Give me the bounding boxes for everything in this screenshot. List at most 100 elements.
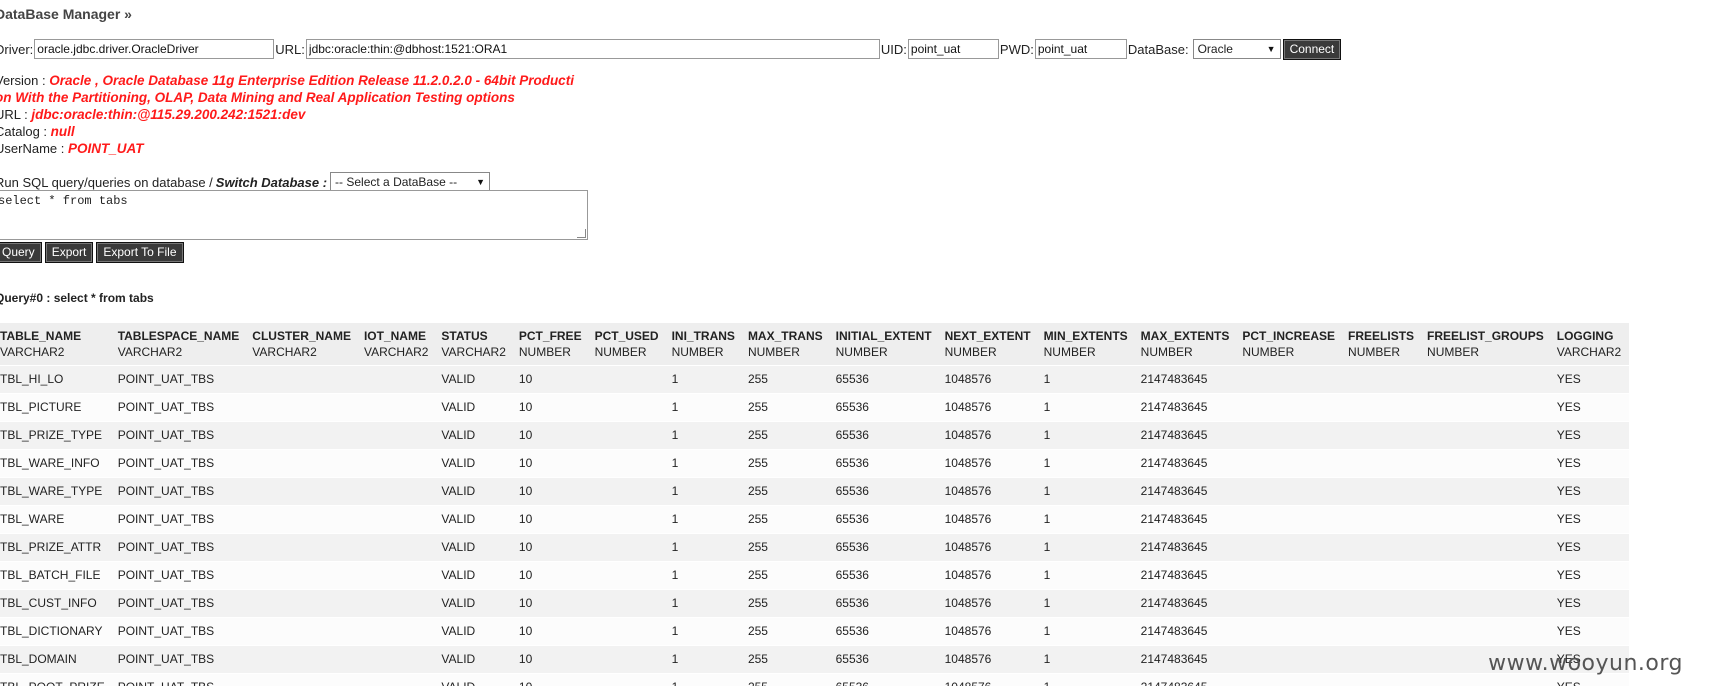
- query-buttons: Query Export Export To File: [0, 242, 184, 263]
- driver-input[interactable]: [34, 39, 275, 59]
- table-cell: [590, 393, 667, 421]
- database-select[interactable]: Oracle ▼: [1192, 39, 1281, 59]
- table-cell: [1237, 365, 1343, 393]
- table-cell: [359, 589, 436, 617]
- table-cell: 1: [1043, 540, 1051, 554]
- table-cell: YES: [1556, 372, 1581, 386]
- table-cell: 1048576: [944, 428, 992, 442]
- table-cell: 1048576: [944, 540, 992, 554]
- table-cell: 65536: [831, 673, 940, 686]
- table-cell: 1048576: [944, 624, 992, 638]
- column-type: VARCHAR2: [441, 344, 506, 359]
- table-cell: TBL_DOMAIN: [0, 652, 77, 666]
- table-cell: 1048576: [944, 400, 992, 414]
- table-cell: 1: [1043, 596, 1051, 610]
- url-input[interactable]: [305, 39, 880, 59]
- column-name: NEXT_EXTENT: [944, 328, 1031, 343]
- table-cell: [359, 645, 436, 673]
- table-cell: 1: [1043, 624, 1051, 638]
- results-table: TABLE_NAME VARCHAR2 TABLESPACE_NAME VARCHAR…: [0, 323, 1630, 686]
- column-type: VARCHAR2: [363, 344, 429, 359]
- url-info-label: URL :: [0, 107, 28, 122]
- table-cell: YES: [1556, 512, 1581, 526]
- switch-database-select[interactable]: -- Select a DataBase -- ▼: [330, 172, 491, 192]
- chevron-down-icon: ▼: [476, 177, 486, 187]
- uid-label: UID:: [880, 41, 907, 57]
- pwd-input[interactable]: [1034, 39, 1127, 59]
- table-cell: [359, 365, 436, 393]
- switch-database-label: Switch Database :: [215, 174, 328, 190]
- sql-textarea[interactable]: select * from tabs: [0, 190, 588, 240]
- driver-label: Driver:: [0, 41, 34, 57]
- results-body: TBL_HI_LO POINT_UAT_TBS VALID 10 1 255 65536 10…: [0, 365, 1630, 686]
- table-cell: POINT_UAT_TBS: [117, 484, 215, 498]
- table-cell: 2147483645: [1140, 652, 1208, 666]
- table-cell: VALID: [441, 456, 476, 470]
- page: DataBase Manager » Driver: URL: UID: PWD…: [0, 0, 1723, 686]
- table-cell: POINT_UAT_TBS: [117, 456, 215, 470]
- table-cell: 255: [747, 568, 768, 582]
- column-type: VARCHAR2: [252, 344, 317, 359]
- table-cell: 1: [671, 456, 679, 470]
- resize-handle-icon[interactable]: [577, 229, 586, 238]
- table-cell: 10: [514, 673, 590, 686]
- table-cell: [590, 533, 667, 561]
- query-button[interactable]: Query: [0, 242, 42, 263]
- table-cell: [1343, 617, 1422, 645]
- connect-button[interactable]: Connect: [1282, 38, 1342, 60]
- column-name: STATUS: [441, 328, 488, 343]
- table-cell: POINT_UAT_TBS: [117, 512, 215, 526]
- table-cell: TBL_CUST_INFO: [0, 596, 97, 610]
- table-cell: VALID: [441, 596, 476, 610]
- column-header: TABLESPACE_NAME VARCHAR2: [113, 323, 248, 365]
- column-type: NUMBER: [835, 344, 888, 359]
- table-cell: 2147483645: [1140, 540, 1208, 554]
- column-header: PCT_USED NUMBER: [590, 323, 667, 365]
- table-cell: 255: [747, 624, 768, 638]
- table-cell: 2147483645: [1140, 484, 1208, 498]
- table-cell: [1237, 477, 1343, 505]
- column-name: MIN_EXTENTS: [1043, 328, 1128, 343]
- table-cell: TBL_PRIZE_TYPE: [0, 428, 103, 442]
- table-cell: 1: [671, 540, 679, 554]
- table-cell: 1: [1043, 400, 1051, 414]
- table-row: TBL_BATCH_FILE POINT_UAT_TBS VALID 10 1 255 65…: [0, 561, 1630, 589]
- table-cell: POINT_UAT_TBS: [117, 428, 215, 442]
- run-sql-label: Run SQL query/queries on database /: [0, 174, 213, 190]
- table-cell: VALID: [441, 484, 476, 498]
- table-cell: 65536: [835, 484, 869, 498]
- table-cell: [359, 505, 436, 533]
- uid-input[interactable]: [907, 39, 999, 59]
- connection-info: Version : Oracle , Oracle Database 11g E…: [0, 72, 574, 157]
- table-cell: [590, 561, 667, 589]
- table-cell: 10: [518, 372, 533, 386]
- table-cell: 1: [671, 428, 679, 442]
- export-button[interactable]: Export: [44, 242, 94, 263]
- column-header: INI_TRANS NUMBER: [667, 323, 743, 365]
- table-cell: VALID: [436, 673, 513, 686]
- export-to-file-button[interactable]: Export To File: [96, 242, 184, 263]
- table-cell: 1: [1043, 512, 1051, 526]
- table-cell: [1237, 645, 1343, 673]
- table-row: TBL_PRIZE_TYPE POINT_UAT_TBS VALID 10 1 255 65…: [0, 421, 1630, 449]
- header-row: TABLE_NAME VARCHAR2 TABLESPACE_NAME VARCHAR…: [0, 323, 1630, 365]
- table-cell: TBL_WARE_TYPE: [0, 484, 103, 498]
- table-cell: [1422, 477, 1552, 505]
- table-cell: VALID: [441, 400, 476, 414]
- table-row: TBL_WARE_TYPE POINT_UAT_TBS VALID 10 1 255 655…: [0, 477, 1630, 505]
- table-cell: YES: [1556, 400, 1581, 414]
- table-cell: [247, 589, 359, 617]
- table-cell: [359, 449, 436, 477]
- table-cell: [590, 477, 667, 505]
- connection-bar: Driver: URL: UID: PWD: DataBase: Oracle …: [0, 38, 1342, 60]
- table-cell: YES: [1556, 596, 1581, 610]
- table-cell: YES: [1556, 624, 1581, 638]
- table-cell: 1: [1043, 372, 1051, 386]
- table-row: TBL_DICTIONARY POINT_UAT_TBS VALID 10 1 255 65…: [0, 617, 1630, 645]
- column-name: MAX_EXTENTS: [1140, 328, 1230, 343]
- version-value: Oracle , Oracle Database 11g Enterprise …: [49, 73, 574, 88]
- table-cell: [1343, 449, 1422, 477]
- table-cell: 1: [667, 673, 743, 686]
- table-cell: 10: [518, 540, 533, 554]
- column-name: TABLESPACE_NAME: [117, 328, 240, 343]
